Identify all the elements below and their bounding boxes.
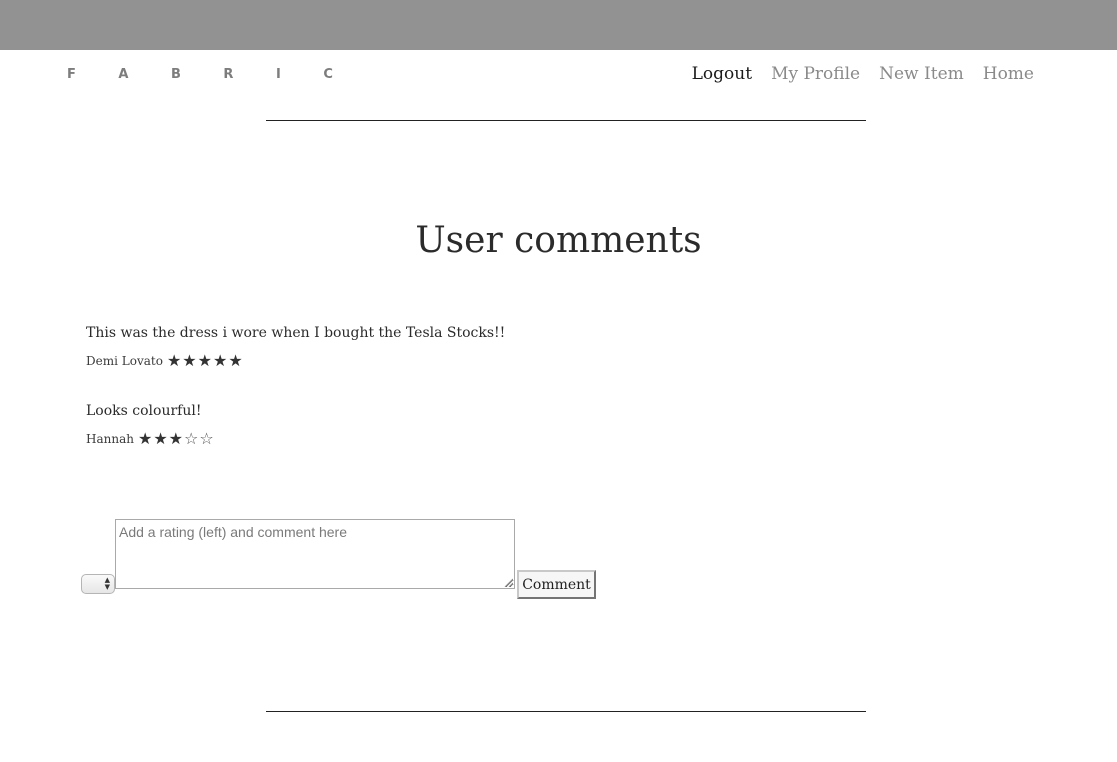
comment-meta: Hannah ★★★☆☆ — [86, 429, 506, 448]
star-filled-icon: ★ — [137, 429, 154, 448]
brand-logo[interactable]: F A B R I C — [67, 67, 352, 82]
star-rating: ★★★☆☆ — [138, 429, 215, 448]
comment-item: Looks colourful! Hannah ★★★☆☆ — [86, 401, 506, 448]
comment-text: This was the dress i wore when I bought … — [86, 325, 506, 341]
comment-submit-button[interactable]: Comment — [517, 570, 596, 599]
star-filled-icon: ★ — [166, 351, 183, 370]
star-filled-icon: ★ — [168, 429, 184, 448]
main-nav: Logout My Profile New Item Home — [692, 64, 1034, 84]
comment-textarea[interactable] — [115, 519, 515, 589]
star-filled-icon: ★ — [182, 351, 198, 370]
comment-author: Demi Lovato — [86, 353, 163, 368]
star-filled-icon: ★ — [212, 351, 229, 370]
nav-my-profile-link[interactable]: My Profile — [771, 64, 860, 84]
star-rating: ★★★★★ — [167, 351, 244, 370]
star-filled-icon: ★ — [153, 429, 169, 448]
star-empty-icon: ☆ — [199, 429, 215, 448]
nav-home-link[interactable]: Home — [983, 64, 1034, 84]
bottom-divider — [266, 711, 866, 712]
top-bar — [0, 0, 1117, 50]
comment-item: This was the dress i wore when I bought … — [86, 323, 506, 370]
comments-list[interactable]: This was the dress i wore when I bought … — [86, 323, 506, 458]
star-filled-icon: ★ — [228, 351, 244, 370]
top-divider — [266, 120, 866, 121]
nav-new-item-link[interactable]: New Item — [879, 64, 964, 84]
rating-select[interactable]: ▲ ▼ — [81, 574, 115, 594]
comment-meta: Demi Lovato ★★★★★ — [86, 351, 506, 370]
comment-text: Looks colourful! — [86, 403, 202, 419]
page-title: User comments — [415, 220, 702, 261]
star-empty-icon: ☆ — [184, 429, 200, 448]
comment-author: Hannah — [86, 431, 134, 446]
star-filled-icon: ★ — [197, 351, 213, 370]
nav-logout-link[interactable]: Logout — [692, 64, 752, 84]
select-arrows-icon: ▲ ▼ — [104, 576, 110, 591]
